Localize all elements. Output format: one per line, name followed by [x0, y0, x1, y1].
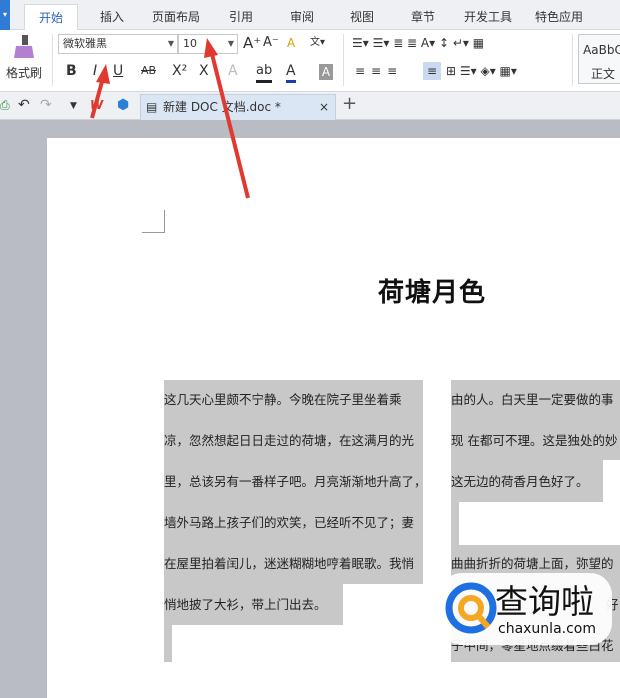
tab-references[interactable]: 引用 [229, 8, 253, 25]
menu-tab-bar: ▾ 开始 插入 页面布局 引用 审阅 视图 章节 开发工具 特色应用 [0, 0, 620, 31]
tab-page-layout[interactable]: 页面布局 [152, 8, 200, 25]
font-name-value: 微软雅黑 [63, 37, 107, 50]
clear-format-icon[interactable]: A [287, 34, 295, 52]
paragraph-line: 墙外马路上孩子们的欢笑，已经听不见了；妻 [164, 515, 415, 530]
paragraph-line: 里，总该另有一番样子吧。月亮渐渐地升高了， [164, 474, 427, 489]
tab-section[interactable]: 章节 [411, 8, 435, 25]
tab-insert[interactable]: 插入 [100, 8, 124, 25]
underline-button[interactable]: U [113, 62, 123, 80]
highlight-icon[interactable]: ab [256, 62, 273, 83]
new-tab-button[interactable]: + [342, 95, 357, 113]
font-size-select[interactable]: 10 ▼ [178, 34, 238, 54]
app-menu-button[interactable]: ▾ [0, 0, 10, 30]
superscript-button[interactable]: X² [172, 62, 187, 80]
margin-corner-mark [142, 210, 165, 233]
paragraph-line: 悄地披了大衫，带上门出去。 [164, 597, 327, 612]
paragraph-line: 这无边的荷香月色好了。 [451, 474, 589, 489]
char-shading-icon[interactable]: A [319, 64, 333, 80]
style-normal[interactable]: AaBbC 正文 [578, 34, 620, 84]
tab-developer[interactable]: 开发工具 [464, 8, 512, 25]
paragraph-line: 由的人。白天里一定要做的事 [451, 392, 614, 407]
paragraph-line: 这几天心里颇不宁静。今晚在院子里坐着乘 [164, 392, 402, 407]
document-icon: ▤ [146, 100, 158, 114]
watermark-name: 查询啦 [495, 582, 594, 621]
tab-review[interactable]: 审阅 [290, 8, 314, 25]
close-tab-button[interactable]: × [319, 95, 329, 119]
format-painter-icon[interactable] [12, 34, 36, 60]
print-preview-icon[interactable]: ⎙ [0, 96, 10, 114]
paragraph-line: 现 在都可不理。这是独处的妙 [451, 433, 618, 448]
strikethrough-button[interactable]: AB [141, 62, 156, 80]
grow-font-icon[interactable]: A⁺ [243, 34, 261, 52]
tab-special[interactable]: 特色应用 [535, 8, 583, 25]
document-title: 荷塘月色 [378, 278, 487, 308]
paragraph-line: 曲曲折折的荷塘上面，弥望的 [451, 556, 614, 571]
justify-button[interactable]: ≡ [423, 62, 441, 80]
document-tab-bar: ⎙ ↶ ↷ ▼ W ⬢ ▤ 新建 DOC 文档.doc * × + [0, 92, 620, 120]
phonetic-icon[interactable]: 文▾ [310, 34, 325, 52]
style-preview: AaBbC [583, 43, 620, 57]
tab-view[interactable]: 视图 [350, 8, 374, 25]
chevron-down-icon: ▼ [227, 39, 234, 48]
watermark-logo-icon [445, 582, 497, 634]
cube-icon[interactable]: ⬢ [117, 96, 129, 114]
style-name: 正文 [590, 67, 615, 81]
undo-icon[interactable]: ↶ [18, 96, 30, 114]
shrink-font-icon[interactable]: A⁻ [263, 34, 279, 52]
italic-button[interactable]: I [93, 62, 97, 80]
font-size-value: 10 [183, 37, 197, 50]
font-name-select[interactable]: 微软雅黑 ▼ [58, 34, 178, 54]
paragraph-line: 凉，忽然想起日日走过的荷塘，在这满月的光 [164, 433, 415, 448]
redo-icon[interactable]: ↷ [40, 96, 52, 114]
document-tab-title: 新建 DOC 文档.doc * [163, 100, 281, 114]
align-icons[interactable]: ≡≡≡ [355, 62, 403, 80]
paragraph-line: 在屋里拍着闰儿，迷迷糊糊地哼着眠歌。我悄 [164, 556, 415, 571]
watermark: 查询啦 chaxunla.com [440, 573, 612, 645]
bold-button[interactable]: B [66, 62, 77, 80]
bullets-icon[interactable]: ☰▾ ☰▾ ≣ ≣ A▾ ↕ ↵▾ ▦ [352, 34, 484, 52]
document-tab[interactable]: ▤ 新建 DOC 文档.doc * × [140, 94, 336, 120]
ribbon: 格式刷 微软雅黑 ▼ 10 ▼ A⁺ A⁻ A 文▾ B I U AB X² X A… [0, 30, 620, 92]
chevron-down-icon: ▼ [167, 39, 174, 48]
watermark-url: chaxunla.com [498, 621, 596, 637]
text-effect-icon[interactable]: A [228, 62, 238, 80]
tab-home[interactable]: 开始 [24, 4, 79, 31]
chevron-down-icon[interactable]: ▼ [70, 97, 77, 115]
font-color-icon[interactable]: A [286, 62, 296, 83]
distribute-icon[interactable]: ⊞ ☰▾ ◈▾ ▦▾ [446, 62, 517, 80]
format-painter-button[interactable]: 格式刷 [6, 64, 42, 82]
subscript-button[interactable]: X [199, 62, 209, 80]
wps-logo-icon[interactable]: W [90, 96, 103, 114]
